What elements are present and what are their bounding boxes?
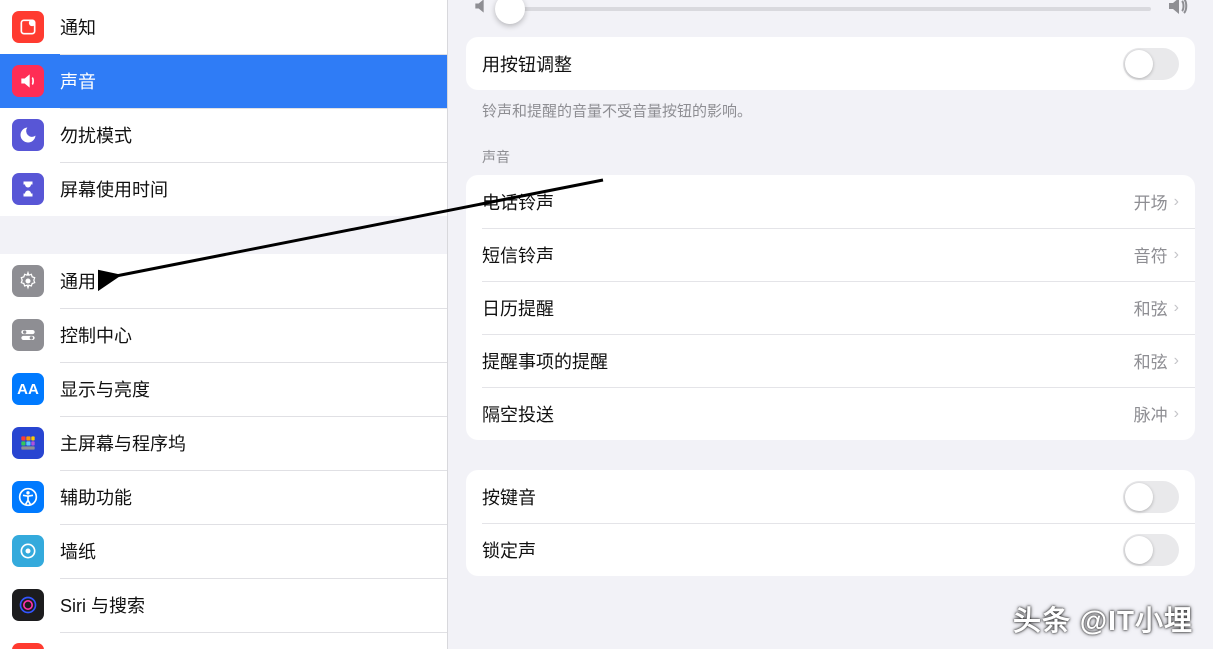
change-with-buttons-toggle[interactable] <box>1123 48 1179 80</box>
volume-slider[interactable] <box>506 7 1151 11</box>
sidebar-item-siri[interactable]: Siri 与搜索 <box>0 578 447 632</box>
row-value: 和弦 <box>1134 348 1168 373</box>
row-lock-sound: 锁定声 <box>466 523 1195 576</box>
sidebar-item-control-center[interactable]: 控制中心 <box>0 308 447 362</box>
row-value: 开场 <box>1134 189 1168 214</box>
home-screen-icon <box>12 427 44 459</box>
sidebar-item-label: 辅助功能 <box>60 484 132 510</box>
sidebar-item-label: 声音 <box>60 68 96 94</box>
sidebar-item-touchid[interactable]: 触控 ID 与密码 <box>0 632 447 649</box>
sidebar-item-screen-time[interactable]: 屏幕使用时间 <box>0 162 447 216</box>
sidebar-item-label: 通知 <box>60 14 96 40</box>
row-ringtone[interactable]: 电话铃声 开场 › <box>466 175 1195 228</box>
row-label: 用按钮调整 <box>482 51 1123 77</box>
sidebar-item-notifications[interactable]: 通知 <box>0 0 447 54</box>
sound-toggles-card: 按键音 锁定声 <box>466 470 1195 576</box>
sidebar-group-2: 通用 控制中心 AA 显示与亮度 主屏幕与程序坞 <box>0 254 447 649</box>
wallpaper-icon <box>12 535 44 567</box>
volume-slider-row <box>466 0 1195 37</box>
row-label: 提醒事项的提醒 <box>482 348 1134 374</box>
row-value: 脉冲 <box>1134 401 1168 426</box>
change-with-buttons-card: 用按钮调整 <box>466 37 1195 90</box>
general-icon <box>12 265 44 297</box>
row-airdrop[interactable]: 隔空投送 脉冲 › <box>466 387 1195 440</box>
sound-detail-pane[interactable]: 用按钮调整 铃声和提醒的音量不受音量按钮的影响。 声音 电话铃声 开场 › 短信… <box>448 0 1213 649</box>
sidebar-item-accessibility[interactable]: 辅助功能 <box>0 470 447 524</box>
row-label: 短信铃声 <box>482 242 1134 268</box>
buttons-footnote: 铃声和提醒的音量不受音量按钮的影响。 <box>466 90 1195 121</box>
volume-slider-knob[interactable] <box>495 0 525 24</box>
sidebar-item-home-screen[interactable]: 主屏幕与程序坞 <box>0 416 447 470</box>
row-value: 音符 <box>1134 242 1168 267</box>
speaker-high-icon <box>1165 0 1189 23</box>
row-label: 电话铃声 <box>482 189 1134 215</box>
section-header-sound: 声音 <box>466 121 1195 175</box>
chevron-right-icon: › <box>1174 352 1179 370</box>
chevron-right-icon: › <box>1174 299 1179 317</box>
row-reminders[interactable]: 提醒事项的提醒 和弦 › <box>466 334 1195 387</box>
sound-options-card: 电话铃声 开场 › 短信铃声 音符 › 日历提醒 和弦 › 提醒事项的提醒 和弦… <box>466 175 1195 440</box>
screen-time-icon <box>12 173 44 205</box>
dnd-icon <box>12 119 44 151</box>
sidebar-item-label: 显示与亮度 <box>60 376 150 402</box>
settings-sidebar[interactable]: 通知 声音 勿扰模式 屏幕使用时间 <box>0 0 448 649</box>
sidebar-item-label: 主屏幕与程序坞 <box>60 430 186 456</box>
sidebar-item-label: Siri 与搜索 <box>60 592 145 618</box>
row-label: 按键音 <box>482 484 1123 510</box>
chevron-right-icon: › <box>1174 405 1179 423</box>
sidebar-item-label: 控制中心 <box>60 322 132 348</box>
chevron-right-icon: › <box>1174 246 1179 264</box>
row-text-tone[interactable]: 短信铃声 音符 › <box>466 228 1195 281</box>
sidebar-item-label: 墙纸 <box>60 538 96 564</box>
notifications-icon <box>12 11 44 43</box>
sound-icon <box>12 65 44 97</box>
row-value: 和弦 <box>1134 295 1168 320</box>
sidebar-item-label: 屏幕使用时间 <box>60 176 168 202</box>
accessibility-icon <box>12 481 44 513</box>
sidebar-item-dnd[interactable]: 勿扰模式 <box>0 108 447 162</box>
sidebar-item-display[interactable]: AA 显示与亮度 <box>0 362 447 416</box>
sidebar-group-1: 通知 声音 勿扰模式 屏幕使用时间 <box>0 0 447 216</box>
touchid-icon <box>12 643 44 649</box>
chevron-right-icon: › <box>1174 193 1179 211</box>
row-calendar[interactable]: 日历提醒 和弦 › <box>466 281 1195 334</box>
sidebar-item-label: 勿扰模式 <box>60 122 132 148</box>
sidebar-item-label: 通用 <box>60 268 96 294</box>
watermark: 头条 @IT小埋 <box>1013 599 1193 639</box>
control-center-icon <box>12 319 44 351</box>
sidebar-item-wallpaper[interactable]: 墙纸 <box>0 524 447 578</box>
row-label: 隔空投送 <box>482 401 1134 427</box>
sidebar-item-general[interactable]: 通用 <box>0 254 447 308</box>
siri-icon <box>12 589 44 621</box>
row-keyboard-clicks: 按键音 <box>466 470 1195 523</box>
sidebar-item-sound[interactable]: 声音 <box>0 54 447 108</box>
keyboard-clicks-toggle[interactable] <box>1123 481 1179 513</box>
lock-sound-toggle[interactable] <box>1123 534 1179 566</box>
row-label: 日历提醒 <box>482 295 1134 321</box>
change-with-buttons-row: 用按钮调整 <box>466 37 1195 90</box>
row-label: 锁定声 <box>482 537 1123 563</box>
display-icon: AA <box>12 373 44 405</box>
speaker-low-icon <box>472 0 492 21</box>
